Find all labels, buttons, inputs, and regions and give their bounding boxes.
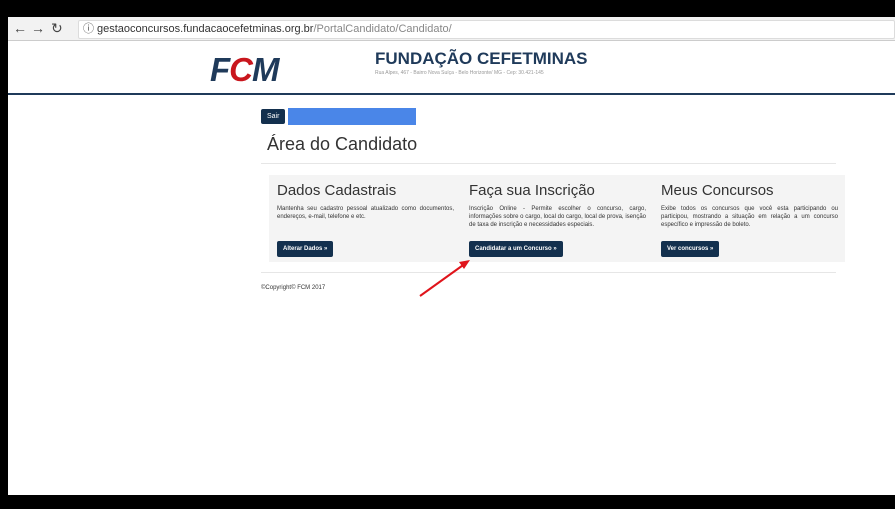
annotation-arrow-icon — [419, 260, 470, 297]
browser-window: ← → ↻ ⓘ gestaoconcursos.fundacaocefetmina… — [8, 17, 895, 495]
